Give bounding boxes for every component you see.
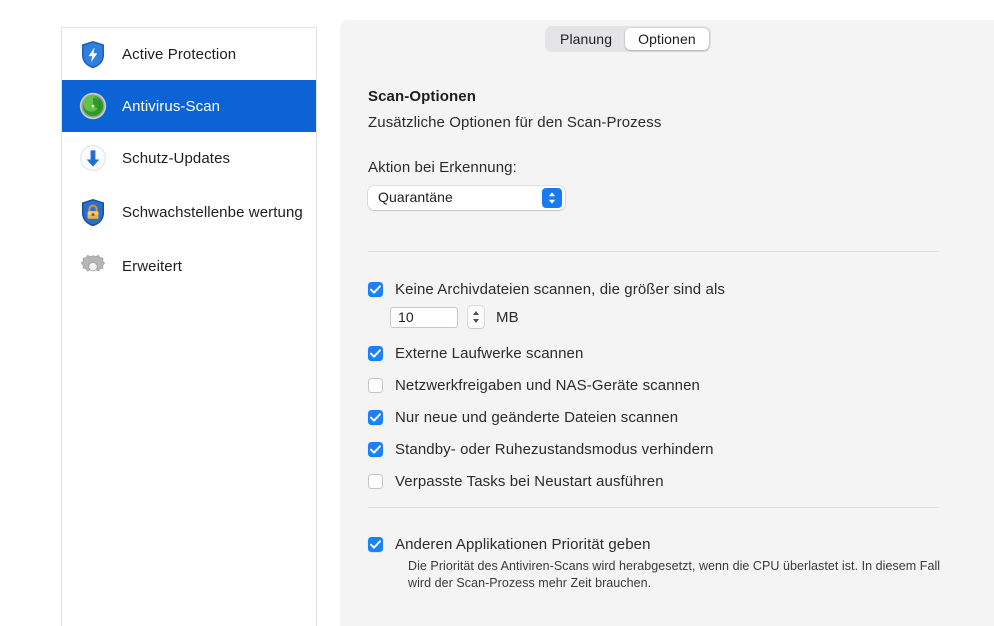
- radar-circle-icon: [78, 91, 108, 121]
- sidebar-item-label: Schwachstellenbe wertung: [122, 203, 303, 221]
- gear-icon: [78, 251, 108, 281]
- sidebar-item-label: Schutz-Updates: [122, 149, 231, 167]
- checkbox-external-drives[interactable]: [368, 346, 383, 361]
- shield-bolt-icon: [78, 39, 108, 69]
- action-popup-value: Quarantäne: [378, 189, 453, 205]
- checkbox-missed-tasks[interactable]: [368, 474, 383, 489]
- separator-bottom: [368, 507, 938, 508]
- app-priority-description: Die Priorität des Antiviren-Scans wird h…: [408, 559, 941, 590]
- checkbox-row-missed-tasks[interactable]: Verpasste Tasks bei Neustart ausführen: [368, 473, 664, 490]
- action-popup-button[interactable]: Quarantäne: [368, 186, 565, 210]
- action-label: Aktion bei Erkennung:: [368, 159, 517, 176]
- checkbox-row-external-drives[interactable]: Externe Laufwerke scannen: [368, 345, 583, 362]
- sidebar-item-active-protection[interactable]: Active Protection: [62, 28, 316, 80]
- checkbox-label: Keine Archivdateien scannen, die größer …: [395, 281, 725, 298]
- checkbox-label: Netzwerkfreigaben und NAS-Geräte scannen: [395, 377, 700, 394]
- tab-optionen[interactable]: Optionen: [625, 28, 709, 50]
- checkbox-archive-size[interactable]: [368, 282, 383, 297]
- checkbox-app-priority[interactable]: [368, 537, 383, 552]
- archive-size-unit: MB: [496, 308, 519, 326]
- checkbox-row-app-priority[interactable]: Anderen Applikationen Priorität geben: [368, 536, 651, 553]
- sidebar-item-schwachstellenbewertung[interactable]: Schwachstellenbe wertung: [62, 184, 316, 240]
- checkbox-row-archive-size[interactable]: Keine Archivdateien scannen, die größer …: [368, 281, 725, 298]
- checkbox-network-shares[interactable]: [368, 378, 383, 393]
- page-title: Scan-Optionen: [368, 88, 476, 105]
- tab-planung[interactable]: Planung: [547, 28, 625, 50]
- sidebar-item-antivirus-scan[interactable]: Antivirus-Scan: [62, 80, 316, 132]
- checkbox-prevent-standby[interactable]: [368, 442, 383, 457]
- archive-size-stepper[interactable]: [468, 306, 484, 328]
- checkbox-new-changed-files[interactable]: [368, 410, 383, 425]
- sidebar-item-erweitert[interactable]: Erweitert: [62, 240, 316, 292]
- checkbox-label: Anderen Applikationen Priorität geben: [395, 536, 651, 553]
- checkbox-label: Verpasste Tasks bei Neustart ausführen: [395, 473, 664, 490]
- shield-lock-icon: [78, 197, 108, 227]
- archive-size-stepper-group: MB: [390, 306, 519, 328]
- sidebar: Active Protection Antivirus-Scan Schutz-…: [61, 27, 317, 626]
- tab-bar: Planung Optionen: [545, 26, 711, 52]
- sidebar-item-label: Erweitert: [122, 257, 183, 275]
- checkbox-row-network-shares[interactable]: Netzwerkfreigaben und NAS-Geräte scannen: [368, 377, 700, 394]
- checkbox-label: Nur neue und geänderte Dateien scannen: [395, 409, 679, 426]
- checkbox-label: Externe Laufwerke scannen: [395, 345, 584, 362]
- checkbox-label: Standby- oder Ruhezustandsmodus verhinde…: [395, 441, 714, 458]
- checkbox-row-prevent-standby[interactable]: Standby- oder Ruhezustandsmodus verhinde…: [368, 441, 714, 458]
- sidebar-item-label: Active Protection: [122, 45, 237, 63]
- separator-top: [368, 251, 938, 252]
- archive-size-input[interactable]: [390, 306, 458, 328]
- download-arrow-icon: [78, 143, 108, 173]
- sidebar-item-schutz-updates[interactable]: Schutz-Updates: [62, 132, 316, 184]
- chevron-up-down-icon: [542, 188, 562, 208]
- checkbox-row-new-changed-files[interactable]: Nur neue und geänderte Dateien scannen: [368, 409, 678, 426]
- sidebar-item-label: Antivirus-Scan: [122, 97, 221, 115]
- page-subtitle: Zusätzliche Optionen für den Scan-Prozes…: [368, 114, 662, 131]
- options-panel: Planung Optionen Scan-Optionen Zusätzlic…: [340, 20, 994, 626]
